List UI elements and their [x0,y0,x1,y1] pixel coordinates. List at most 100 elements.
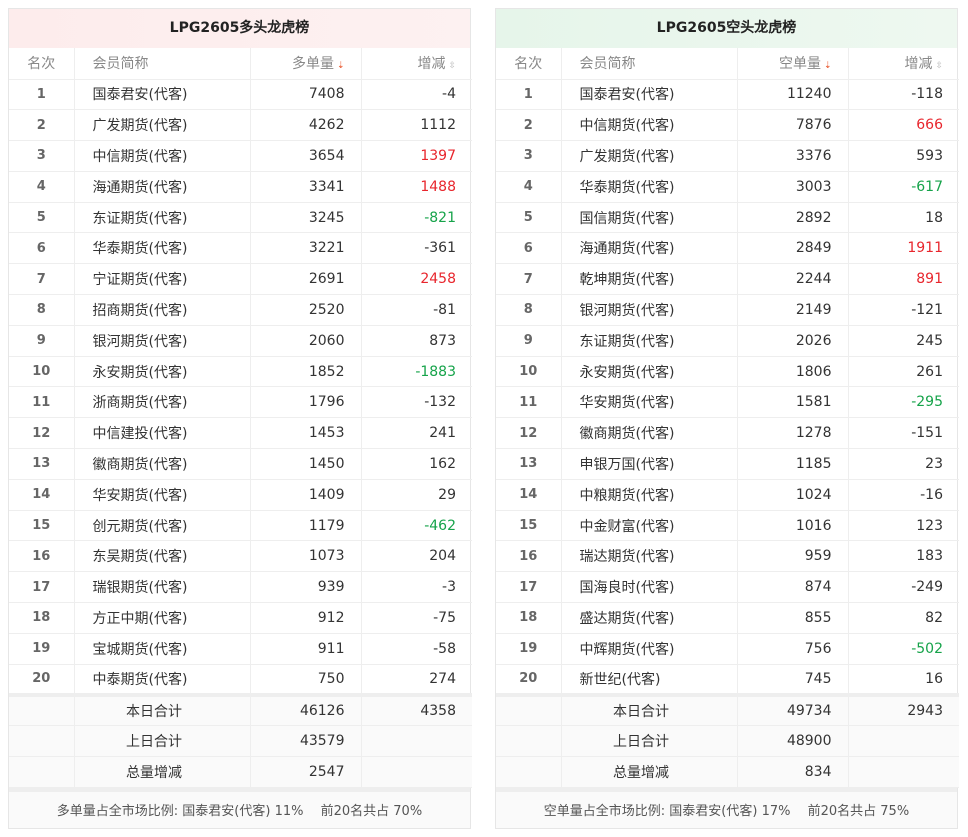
header-rank: 名次 [496,48,562,80]
change-cell: -121 [848,294,959,326]
header-rank: 名次 [9,48,75,80]
summary-volume: 48900 [737,725,849,758]
table-row: 14 华安期货(代客) 1409 29 [9,479,472,511]
rank-cell: 3 [496,140,562,172]
volume-cell: 3221 [250,232,362,265]
change-cell: -295 [848,386,959,419]
table-row: 3 广发期货(代客) 3376 593 [496,140,959,172]
member-cell: 盛达期货(代客) [561,602,738,634]
rank-cell: 11 [9,386,75,419]
member-cell: 银河期货(代客) [561,294,738,326]
summary-row: 本日合计 49734 2943 [496,692,959,727]
long-ranking-panel: LPG2605多头龙虎榜 名次 会员简称 多单量 ⇣ 增减 ⇳ 1 国泰君安(代客)… [8,8,472,829]
summary-label: 本日合计 [74,692,251,727]
change-cell: -16 [848,479,959,511]
header-volume-label: 多单量 [291,56,334,73]
volume-cell: 2149 [737,294,849,326]
blank-cell [9,692,75,727]
member-cell: 东吴期货(代客) [74,540,251,573]
change-cell: -132 [361,386,472,419]
sort-icon[interactable]: ⇳ [935,61,943,71]
rank-cell: 8 [9,294,75,326]
member-cell: 瑞银期货(代客) [74,571,251,604]
member-cell: 海通期货(代客) [74,171,251,203]
member-cell: 华安期货(代客) [74,479,251,511]
change-cell: -75 [361,602,472,634]
table-row: 8 银河期货(代客) 2149 -121 [496,294,959,326]
rank-cell: 19 [496,633,562,665]
summary-volume: 43579 [250,725,362,758]
summary-change: 2943 [848,692,959,727]
rank-cell: 12 [496,417,562,450]
table-row: 7 宁证期货(代客) 2691 2458 [9,263,472,296]
summary-row: 上日合计 43579 [9,725,472,758]
volume-cell: 1581 [737,386,849,419]
table-row: 13 申银万国(代客) 1185 23 [496,448,959,480]
change-cell: 274 [361,664,472,696]
table-row: 17 瑞银期货(代客) 939 -3 [9,571,472,604]
change-cell: -118 [848,79,959,111]
summary-change [361,725,472,758]
volume-cell: 2691 [250,263,362,296]
header-volume[interactable]: 空单量 ⇣ [737,48,849,80]
volume-cell: 1185 [737,448,849,480]
rank-cell: 13 [9,448,75,480]
ranking-table: 名次 会员简称 空单量 ⇣ 增减 ⇳ 1 国泰君安(代客) 11240 -118 2… [496,48,959,788]
table-row: 9 银河期货(代客) 2060 873 [9,325,472,357]
volume-cell: 1278 [737,417,849,450]
volume-cell: 1016 [737,510,849,542]
volume-cell: 2026 [737,325,849,357]
rank-cell: 1 [496,79,562,111]
table-row: 15 创元期货(代客) 1179 -462 [9,510,472,542]
change-cell: -249 [848,571,959,604]
table-row: 7 乾坤期货(代客) 2244 891 [496,263,959,296]
member-cell: 新世纪(代客) [561,664,738,696]
header-volume[interactable]: 多单量 ⇣ [250,48,362,80]
table-row: 8 招商期货(代客) 2520 -81 [9,294,472,326]
rank-cell: 19 [9,633,75,665]
sort-icon[interactable]: ⇳ [448,61,456,71]
member-cell: 广发期货(代客) [561,140,738,172]
member-cell: 永安期货(代客) [561,356,738,388]
member-cell: 中泰期货(代客) [74,664,251,696]
rank-cell: 17 [496,571,562,604]
table-row: 16 东吴期货(代客) 1073 204 [9,540,472,573]
change-cell: 666 [848,109,959,142]
volume-cell: 7876 [737,109,849,142]
volume-cell: 2520 [250,294,362,326]
volume-cell: 3376 [737,140,849,172]
table-row: 3 中信期货(代客) 3654 1397 [9,140,472,172]
change-cell: 2458 [361,263,472,296]
table-row: 20 新世纪(代客) 745 16 [496,664,959,696]
header-change[interactable]: 增减 ⇳ [361,48,472,80]
table-row: 1 国泰君安(代客) 7408 -4 [9,79,472,111]
volume-cell: 855 [737,602,849,634]
summary-change: 4358 [361,692,472,727]
table-row: 14 中粮期货(代客) 1024 -16 [496,479,959,511]
change-cell: -821 [361,202,472,234]
member-cell: 永安期货(代客) [74,356,251,388]
header-change[interactable]: 增减 ⇳ [848,48,959,80]
volume-cell: 939 [250,571,362,604]
header-change-label: 增减 [904,56,933,73]
summary-change [848,725,959,758]
change-cell: 82 [848,602,959,634]
member-cell: 浙商期货(代客) [74,386,251,419]
change-cell: 873 [361,325,472,357]
table-row: 12 中信建投(代客) 1453 241 [9,417,472,450]
summary-label: 上日合计 [74,725,251,758]
table-row: 9 东证期货(代客) 2026 245 [496,325,959,357]
change-cell: 29 [361,479,472,511]
change-cell: -81 [361,294,472,326]
volume-cell: 745 [737,664,849,696]
member-cell: 招商期货(代客) [74,294,251,326]
header-member: 会员简称 [74,48,251,80]
member-cell: 中辉期货(代客) [561,633,738,665]
member-cell: 华泰期货(代客) [74,232,251,265]
member-cell: 国泰君安(代客) [561,79,738,111]
volume-cell: 1852 [250,356,362,388]
sort-desc-icon[interactable]: ⇣ [824,61,832,71]
table-row: 2 广发期货(代客) 4262 1112 [9,109,472,142]
sort-desc-icon[interactable]: ⇣ [337,61,345,71]
rank-cell: 6 [496,232,562,265]
